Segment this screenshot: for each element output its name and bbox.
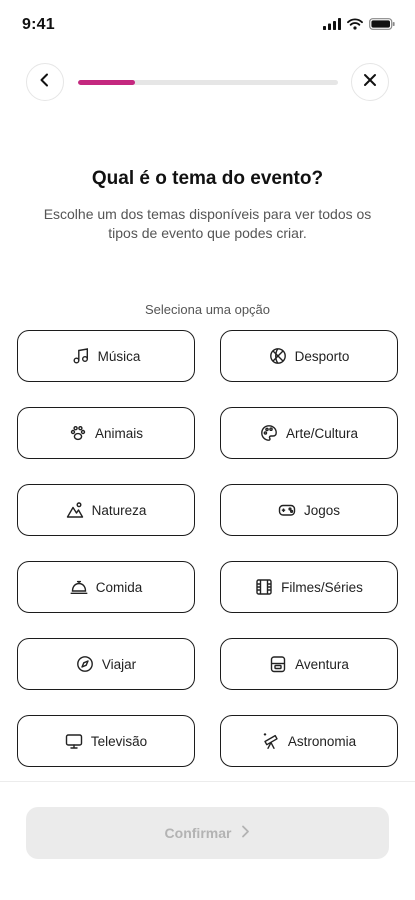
option-label: Música xyxy=(97,348,141,364)
option-label: Filmes/Séries xyxy=(281,579,363,595)
option-jogos[interactable]: Jogos xyxy=(220,484,398,536)
telescope-icon xyxy=(262,732,280,750)
status-time: 9:41 xyxy=(22,16,55,33)
music-note-icon xyxy=(72,347,90,365)
mountain-icon xyxy=(66,501,84,519)
option-televisao[interactable]: Televisão xyxy=(17,715,195,767)
paw-icon xyxy=(69,424,87,442)
top-navigation xyxy=(0,63,415,103)
chevron-left-icon xyxy=(39,73,51,92)
progress-bar xyxy=(78,80,338,85)
compass-icon xyxy=(76,655,94,673)
option-label: Animais xyxy=(94,425,143,441)
tv-icon xyxy=(65,732,83,750)
progress-fill xyxy=(78,80,136,85)
page-title: Qual é o tema do evento? xyxy=(91,168,324,189)
footer-divider xyxy=(0,781,415,782)
option-comida[interactable]: Comida xyxy=(17,561,195,613)
close-icon xyxy=(363,73,377,92)
signal-icon xyxy=(323,17,341,35)
confirm-button[interactable]: Confirmar xyxy=(26,807,389,859)
wifi-icon xyxy=(347,17,363,35)
option-filmes-series[interactable]: Filmes/Séries xyxy=(220,561,398,613)
back-button[interactable] xyxy=(26,63,64,101)
option-label: Televisão xyxy=(90,733,148,749)
option-label: Astronomia xyxy=(287,733,357,749)
backpack-icon xyxy=(269,655,287,673)
option-animais[interactable]: Animais xyxy=(17,407,195,459)
cloche-icon xyxy=(70,578,88,596)
close-button[interactable] xyxy=(351,63,389,101)
option-label: Arte/Cultura xyxy=(285,425,359,441)
battery-icon xyxy=(369,17,395,35)
option-label: Natureza xyxy=(91,502,147,518)
option-musica[interactable]: Música xyxy=(17,330,195,382)
status-icons xyxy=(323,17,395,35)
chevron-right-icon xyxy=(241,825,250,841)
option-label: Comida xyxy=(95,579,143,595)
option-natureza[interactable]: Natureza xyxy=(17,484,195,536)
option-label: Jogos xyxy=(303,502,341,518)
option-aventura[interactable]: Aventura xyxy=(220,638,398,690)
confirm-label: Confirmar xyxy=(164,825,232,841)
options-label: Seleciona uma opção xyxy=(144,302,271,317)
film-icon xyxy=(255,578,273,596)
option-label: Viajar xyxy=(101,656,137,672)
option-viajar[interactable]: Viajar xyxy=(17,638,195,690)
palette-icon xyxy=(260,424,278,442)
option-desporto[interactable]: Desporto xyxy=(220,330,398,382)
option-label: Aventura xyxy=(295,656,349,672)
gamepad-icon xyxy=(278,501,296,519)
page-subtitle: Escolhe um dos temas disponíveis para ve… xyxy=(43,206,372,241)
option-label: Desporto xyxy=(294,348,350,364)
basketball-icon xyxy=(269,347,287,365)
status-bar: 9:41 xyxy=(0,0,415,52)
option-astronomia[interactable]: Astronomia xyxy=(220,715,398,767)
option-arte-cultura[interactable]: Arte/Cultura xyxy=(220,407,398,459)
